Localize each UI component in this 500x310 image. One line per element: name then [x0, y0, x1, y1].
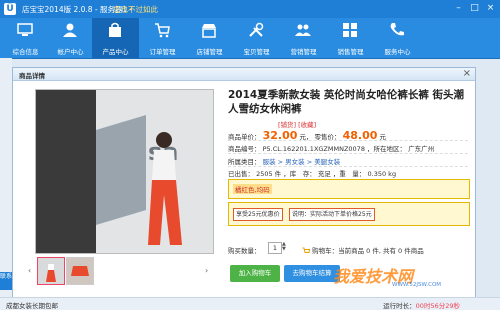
nav-label: 帐户中心: [57, 48, 84, 56]
nav-overview[interactable]: 综合信息: [2, 18, 49, 58]
product-title: 2014夏季新款女装 英伦时尚女哈伦裤长裤 街头潮人雪纺女休闲裤: [228, 89, 465, 115]
category-path[interactable]: 服装 > 男女装 > 美腿女装: [263, 158, 341, 166]
nav-sales[interactable]: 销售管理: [327, 18, 374, 58]
left-panel: [0, 58, 12, 298]
thumb-next-arrow-icon[interactable]: ›: [205, 266, 208, 275]
cart-icon: [302, 247, 311, 253]
color-option[interactable]: 橘红色,均码: [233, 184, 272, 194]
weight-value: 0.350 kg: [367, 170, 397, 178]
quantity-label: 购买数量：: [228, 247, 261, 255]
dialog-header: 商品详情 ×: [13, 68, 475, 81]
product-tags[interactable]: [铺货] [收藏]: [278, 119, 316, 129]
product-image: sa: [36, 90, 213, 253]
user-status-text: 您也不过如此: [113, 5, 158, 14]
promo-discount: 享受25元优惠价: [233, 208, 283, 221]
nav-items[interactable]: 宝贝管理: [233, 18, 280, 58]
nav-products[interactable]: 产品中心: [92, 18, 139, 58]
divider: [228, 166, 468, 167]
promo-note: 说明：实际活动下单价格25元: [289, 208, 375, 221]
user-icon: [63, 23, 77, 37]
stock-label: ，库 存：: [283, 170, 316, 178]
nav-label: 店铺管理: [196, 48, 223, 56]
quantity-stepper[interactable]: ▲ ▼: [282, 242, 286, 252]
nav-orders[interactable]: 订单管理: [139, 18, 186, 58]
nav-label: 销售管理: [337, 48, 364, 56]
dialog-close-button[interactable]: ×: [463, 68, 471, 80]
nav-label: 营销管理: [290, 48, 317, 56]
nav-label: 宝贝管理: [243, 48, 270, 56]
stock-value: 充足: [317, 170, 331, 178]
thumbnail-image: [67, 258, 93, 284]
nav-label: 服务中心: [384, 48, 411, 56]
stepper-down-icon[interactable]: ▼: [282, 247, 286, 252]
status-bar: 成都女装长期包邮 运行时长：00时56分29秒: [0, 297, 500, 310]
nav-label: 订单管理: [149, 48, 176, 56]
nav-service[interactable]: 服务中心: [374, 18, 421, 58]
divider: [228, 153, 468, 154]
title-bar: Ü 店宝宝2014版 2.0.8 - 服务器1 - 您也不过如此 – □ ×: [0, 0, 500, 18]
main-toolbar: 综合信息 帐户中心 产品中心 订单管理 店铺管理 宝贝管理 营销管理 销售管理 …: [0, 18, 500, 59]
shopping-bag-icon: [109, 22, 121, 37]
product-photo: sa: [35, 89, 214, 254]
watermark-url: WWW.52JSW.COM: [392, 282, 442, 288]
cart-summary: 购物车：当前商品 0 件, 共有 0 件商品: [302, 245, 424, 255]
thumbnail-1[interactable]: [37, 257, 65, 285]
minimize-button[interactable]: –: [453, 3, 464, 14]
code-row: 商品编号： P5.CL.162201.1XGZMMNZ0078 ，所在地区： 广…: [228, 143, 434, 153]
thumbnail-image: [38, 258, 64, 284]
app-logo-icon: Ü: [4, 3, 16, 15]
maximize-button[interactable]: □: [469, 3, 480, 14]
category-row: 所属类目： 服装 > 男女装 > 美腿女装: [228, 156, 340, 166]
people-icon: [295, 24, 311, 36]
nav-store[interactable]: 店铺管理: [186, 18, 233, 58]
nav-account[interactable]: 帐户中心: [47, 18, 94, 58]
promotion-box: 享受25元优惠价 说明：实际活动下单价格25元: [228, 202, 470, 226]
category-label: 所属类目：: [228, 158, 261, 166]
go-to-cart-button[interactable]: 去购物车结算: [284, 265, 340, 282]
add-to-cart-button[interactable]: 加入购物车: [230, 265, 280, 282]
cart-icon: [155, 23, 170, 38]
product-code: P5.CL.162201.1XGZMMNZ0078: [262, 145, 365, 153]
grid-icon: [343, 23, 357, 37]
close-window-button[interactable]: ×: [485, 3, 496, 14]
sold-label: 已出售：: [228, 170, 254, 178]
location-label: ，所在地区：: [367, 145, 407, 153]
product-location: 广东广州: [408, 145, 435, 153]
cart-summary-text: 购物车：当前商品 0 件, 共有 0 件商品: [312, 247, 424, 255]
nav-label: 产品中心: [102, 48, 129, 56]
quantity-input[interactable]: 1: [268, 242, 282, 254]
stock-row: 已出售： 2505 件 ，库 存： 充足 ，重 量： 0.350 kg: [228, 168, 396, 178]
tools-icon: [249, 22, 264, 37]
monitor-icon: [17, 23, 33, 36]
store-icon: [202, 24, 216, 38]
side-contact-tab[interactable]: 联系: [0, 272, 12, 290]
phone-icon: [390, 23, 404, 36]
thumb-prev-arrow-icon[interactable]: ‹: [28, 266, 31, 275]
divider: [228, 140, 468, 141]
weight-label: ，重 量：: [332, 170, 366, 178]
sold-count: 2505 件: [256, 170, 282, 178]
color-option-box: 橘红色,均码: [228, 179, 470, 199]
dialog-title: 商品详情: [19, 72, 45, 80]
nav-marketing[interactable]: 营销管理: [280, 18, 327, 58]
code-label: 商品编号：: [228, 145, 261, 153]
nav-label: 综合信息: [12, 48, 39, 56]
thumbnail-2[interactable]: [66, 257, 94, 285]
